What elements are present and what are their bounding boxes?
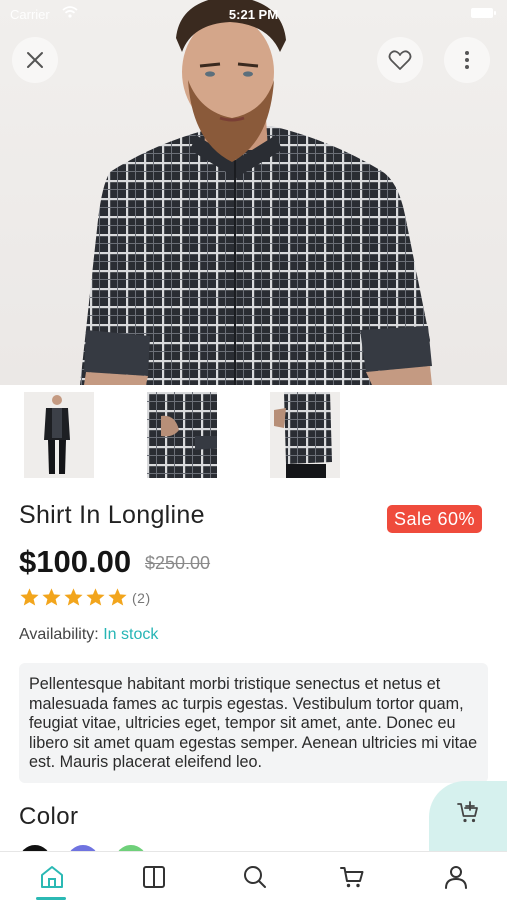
star-icon	[42, 588, 61, 606]
color-heading: Color	[19, 803, 79, 830]
rating-stars	[19, 587, 128, 609]
favorite-button[interactable]	[377, 37, 423, 83]
tab-home[interactable]	[37, 862, 67, 892]
tab-search[interactable]	[240, 862, 270, 892]
rating-count: (2)	[132, 590, 151, 606]
heart-icon	[388, 50, 412, 70]
close-button[interactable]	[12, 37, 58, 83]
original-price: $250.00	[145, 553, 211, 573]
availability: Availability: In stock	[19, 626, 158, 644]
product-description: Pellentesque habitant morbi tristique se…	[19, 663, 488, 783]
tab-account[interactable]	[441, 862, 471, 892]
product-title: Shirt In Longline	[19, 501, 205, 529]
cart-icon	[340, 867, 364, 888]
star-icon	[86, 588, 105, 606]
status-bar: Carrier 5:21 PM	[0, 0, 507, 28]
thumbnail-back-detail[interactable]	[147, 392, 217, 478]
home-icon	[41, 866, 63, 888]
sale-badge: Sale 60%	[387, 505, 483, 533]
add-cart-icon	[457, 801, 478, 823]
tab-catalog[interactable]	[139, 862, 169, 892]
product-price: $100.00	[19, 544, 132, 579]
close-icon	[27, 52, 43, 68]
more-options-button[interactable]	[444, 37, 490, 83]
search-icon	[244, 866, 266, 888]
star-icon	[108, 588, 127, 606]
catalog-icon	[143, 866, 165, 888]
account-icon	[445, 866, 467, 889]
add-to-cart-button[interactable]	[429, 781, 507, 853]
clock: 5:21 PM	[228, 7, 279, 22]
bottom-tab-bar	[0, 851, 507, 901]
thumbnail-side-view[interactable]	[270, 392, 340, 478]
thumbnail-strip	[0, 392, 507, 478]
battery-icon	[471, 8, 496, 18]
thumbnail-full-body[interactable]	[24, 392, 94, 478]
product-photo	[80, 0, 432, 385]
tab-cart[interactable]	[337, 862, 367, 892]
star-icon	[64, 588, 83, 606]
more-vertical-icon	[465, 51, 469, 69]
product-hero-image: Carrier 5:21 PM	[0, 0, 507, 385]
availability-label: Availability:	[19, 626, 99, 643]
star-icon	[20, 588, 39, 606]
availability-status: In stock	[103, 626, 159, 643]
